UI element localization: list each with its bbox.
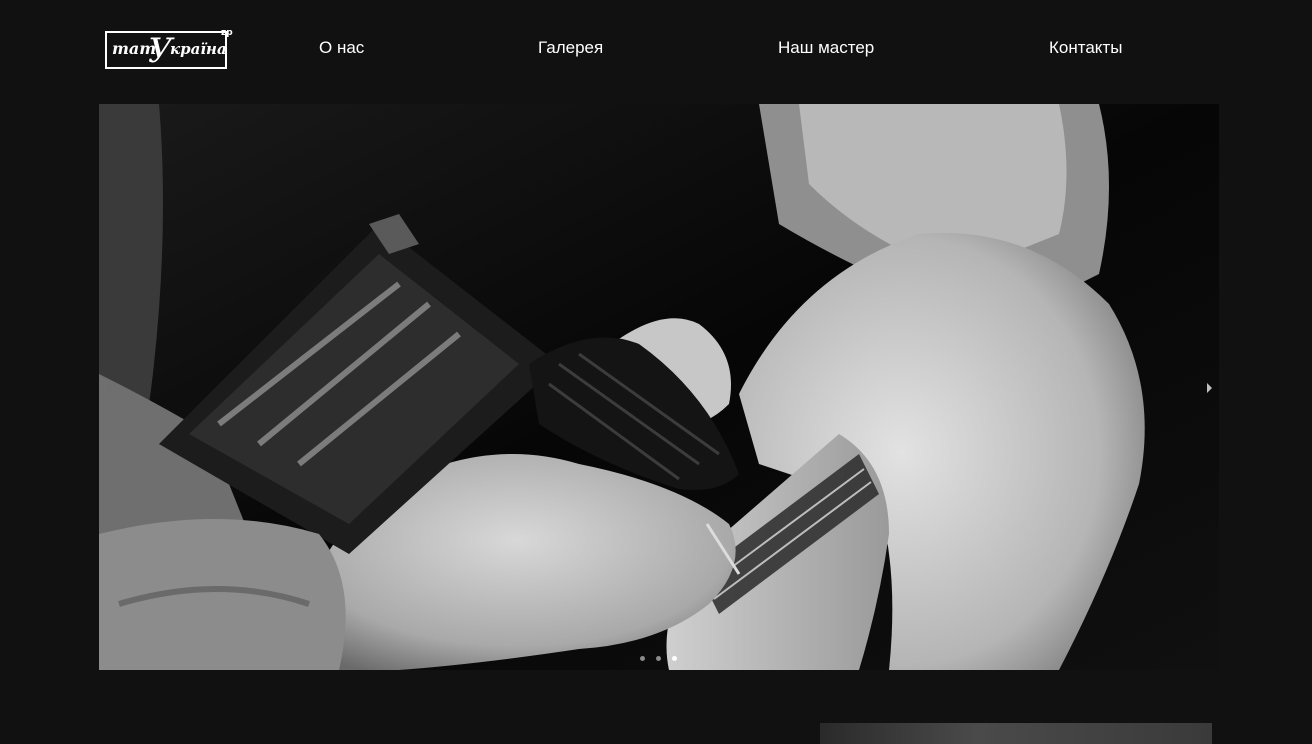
slider-pagination <box>638 656 682 664</box>
nav-contacts[interactable]: Контакты <box>1049 38 1122 58</box>
tattoo-photo-icon <box>99 104 1219 670</box>
svg-text:zp: zp <box>221 28 233 38</box>
hero-slider[interactable] <box>99 104 1219 670</box>
slider-next-arrow-icon[interactable] <box>1204 378 1216 398</box>
nav-about[interactable]: О нас <box>319 38 364 58</box>
slider-prev-arrow-icon[interactable] <box>102 378 114 398</box>
logo[interactable]: тат У країна zp <box>104 24 236 74</box>
svg-text:країна: країна <box>170 40 227 58</box>
slider-dot-1[interactable] <box>640 656 645 661</box>
next-section-image <box>820 723 1212 744</box>
slider-dot-2[interactable] <box>656 656 661 661</box>
site-header: тат У країна zp О нас Галерея Наш мастер… <box>0 0 1312 96</box>
nav-master[interactable]: Наш мастер <box>778 38 874 58</box>
slider-dot-3[interactable] <box>672 656 677 661</box>
nav-gallery[interactable]: Галерея <box>538 38 603 58</box>
